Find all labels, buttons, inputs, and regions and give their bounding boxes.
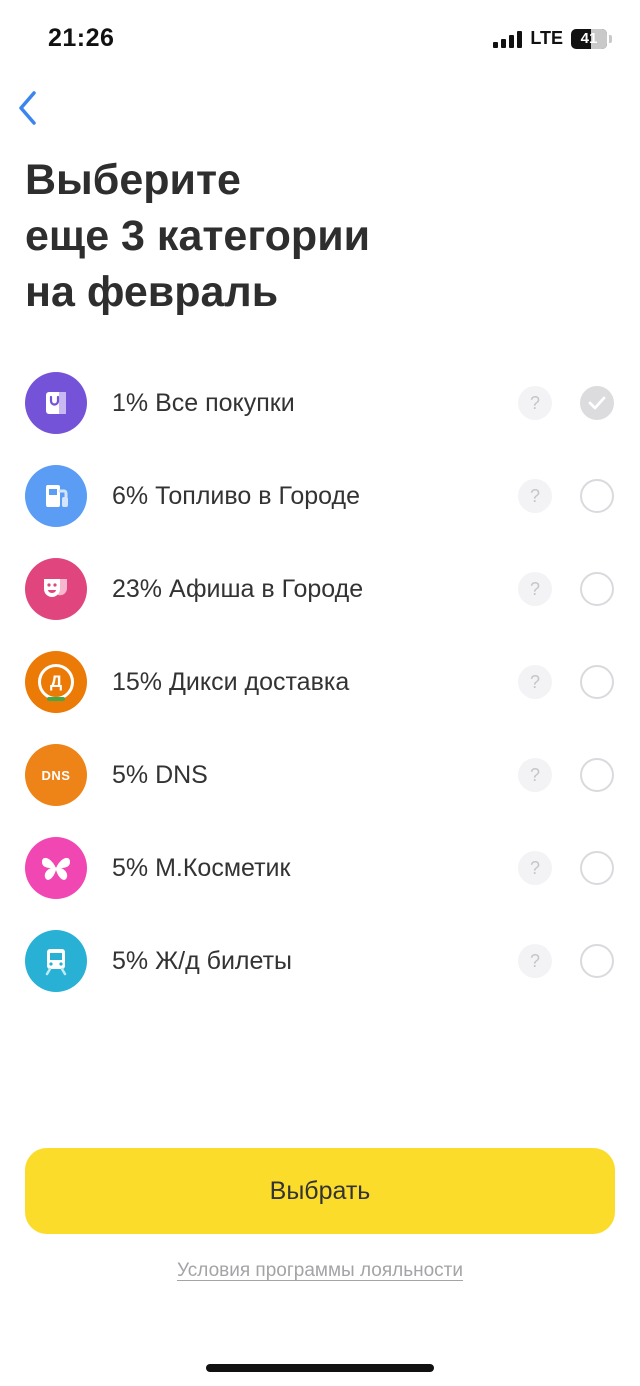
cellular-signal-icon <box>493 30 523 48</box>
category-item-dns[interactable]: DNS 5% DNS ? <box>0 728 640 821</box>
question-icon: ? <box>529 485 540 506</box>
status-time: 21:26 <box>48 24 115 52</box>
checkmark-icon <box>588 396 606 410</box>
category-label: 5% DNS <box>112 761 208 789</box>
category-checkbox[interactable] <box>580 572 614 606</box>
category-checkbox[interactable] <box>580 758 614 792</box>
category-item-mkosmetik[interactable]: 5% М.Косметик ? <box>0 821 640 914</box>
category-label: 6% Топливо в Городе <box>112 482 360 510</box>
home-indicator[interactable] <box>206 1364 434 1372</box>
loyalty-terms-link[interactable]: Условия программы лояльности <box>0 1260 640 1282</box>
category-label: 23% Афиша в Городе <box>112 575 364 603</box>
category-item-dixy[interactable]: Д 15% Дикси доставка ? <box>0 635 640 728</box>
category-item-fuel[interactable]: 6% Топливо в Городе ? <box>0 449 640 542</box>
dns-logo-icon: DNS <box>25 744 87 806</box>
question-icon: ? <box>529 392 540 413</box>
status-indicators: LTE 41 <box>493 28 612 49</box>
theatre-mask-icon <box>25 558 87 620</box>
butterfly-icon <box>25 837 87 899</box>
category-checkbox[interactable] <box>580 665 614 699</box>
help-button[interactable]: ? <box>518 572 552 606</box>
help-button[interactable]: ? <box>518 479 552 513</box>
question-icon: ? <box>529 857 540 878</box>
page-title: Выберите еще 3 категории на февраль <box>25 156 371 316</box>
back-button[interactable] <box>8 86 48 130</box>
shopping-bag-icon <box>25 372 87 434</box>
category-label: 1% Все покупки <box>112 389 295 417</box>
category-checkbox[interactable] <box>580 851 614 885</box>
category-item-train-tickets[interactable]: 5% Ж/д билеты ? <box>0 914 640 1007</box>
category-label: 5% Ж/д билеты <box>112 947 293 975</box>
category-item-afisha[interactable]: 23% Афиша в Городе ? <box>0 542 640 635</box>
category-label: 15% Дикси доставка <box>112 668 350 696</box>
category-checkbox[interactable] <box>580 386 614 420</box>
help-button[interactable]: ? <box>518 944 552 978</box>
status-bar: 21:26 LTE 41 <box>0 0 640 80</box>
help-button[interactable]: ? <box>518 851 552 885</box>
help-button[interactable]: ? <box>518 758 552 792</box>
fuel-pump-icon <box>25 465 87 527</box>
category-item-all-purchases[interactable]: 1% Все покупки ? <box>0 356 640 449</box>
train-icon <box>25 930 87 992</box>
help-button[interactable]: ? <box>518 665 552 699</box>
category-label: 5% М.Косметик <box>112 854 291 882</box>
category-checkbox[interactable] <box>580 944 614 978</box>
chevron-left-icon <box>19 91 36 125</box>
dixy-logo-icon: Д <box>25 651 87 713</box>
category-checkbox[interactable] <box>580 479 614 513</box>
question-icon: ? <box>529 578 540 599</box>
battery-level: 41 <box>580 30 598 47</box>
category-list: 1% Все покупки ? 6% Топливо в Городе ? 2… <box>0 356 640 1007</box>
network-type: LTE <box>530 28 563 48</box>
question-icon: ? <box>529 671 540 692</box>
help-button[interactable]: ? <box>518 386 552 420</box>
question-icon: ? <box>529 950 540 971</box>
select-button[interactable]: Выбрать <box>25 1148 615 1234</box>
battery-icon: 41 <box>571 28 607 49</box>
question-icon: ? <box>529 764 540 785</box>
